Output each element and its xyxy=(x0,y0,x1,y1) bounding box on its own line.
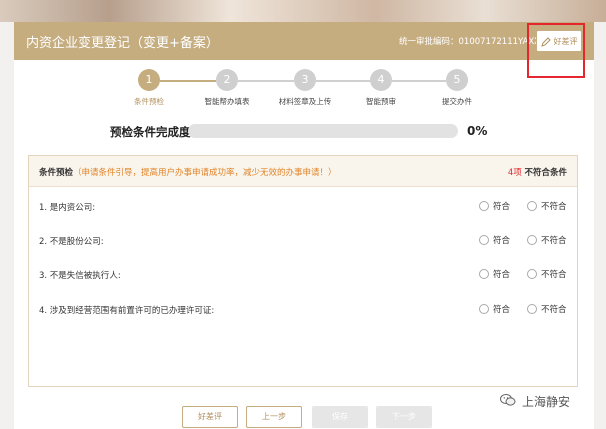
question-row: 2. 不是股份公司: 符合 不符合 xyxy=(29,232,577,250)
radio-icon xyxy=(479,304,489,314)
option-yes-label: 符合 xyxy=(493,202,511,212)
option-no-label: 不符合 xyxy=(541,202,567,212)
question-text: 3. 不是失信被执行人: xyxy=(39,271,121,281)
prev-step-button[interactable]: 上一步 xyxy=(246,406,302,428)
progress-label: 预检条件完成度 xyxy=(110,125,191,139)
option-no-label: 不符合 xyxy=(541,236,567,246)
condition-panel: 条件预检（申请条件引导，提高用户办事申请成功率，减少无效的办事申请！） 4项 不… xyxy=(28,155,578,387)
step-label: 条件预检 xyxy=(134,97,164,106)
progress-bar xyxy=(188,124,458,138)
step-number: 4 xyxy=(370,69,392,91)
question-text: 4. 涉及到经营范围有前置许可的已办理许可证: xyxy=(39,306,215,316)
fail-label: 不符合条件 xyxy=(524,168,567,178)
radio-icon xyxy=(527,304,537,314)
step-1[interactable]: 1 条件预检 xyxy=(114,69,184,107)
radio-icon xyxy=(527,235,537,245)
credit-code: 统一审批编码：01007172111YAXX xyxy=(399,37,540,47)
radio-icon xyxy=(479,235,489,245)
wechat-icon xyxy=(500,392,516,411)
question-row: 4. 涉及到经营范围有前置许可的已办理许可证: 符合 不符合 xyxy=(29,301,577,319)
step-number: 3 xyxy=(294,69,316,91)
condition-title-note: （申请条件引导，提高用户办事申请成功率，减少无效的办事申请！） xyxy=(73,168,337,178)
step-number: 5 xyxy=(446,69,468,91)
review-bottom-button[interactable]: 好差评 xyxy=(182,406,238,428)
step-number: 2 xyxy=(216,69,238,91)
option-no[interactable]: 不符合 xyxy=(527,234,567,246)
option-yes[interactable]: 符合 xyxy=(479,268,510,280)
watermark: 上海静安 xyxy=(500,392,570,411)
step-5[interactable]: 5 提交办件 xyxy=(422,69,492,107)
fail-count: 4项 xyxy=(507,168,522,178)
condition-panel-title: 条件预检（申请条件引导，提高用户办事申请成功率，减少无效的办事申请！） xyxy=(39,166,337,178)
step-number: 1 xyxy=(138,69,160,91)
option-yes[interactable]: 符合 xyxy=(479,303,510,315)
next-step-button[interactable]: 下一步 xyxy=(376,406,432,428)
question-text: 1. 是内资公司: xyxy=(39,203,96,213)
step-label: 智能帮办填表 xyxy=(204,97,250,106)
radio-icon xyxy=(479,269,489,279)
fail-count-badge: 4项 不符合条件 xyxy=(508,166,567,178)
option-no-label: 不符合 xyxy=(541,305,567,315)
radio-icon xyxy=(527,201,537,211)
page-title: 内资企业变更登记（变更+备案） xyxy=(26,36,219,51)
option-no[interactable]: 不符合 xyxy=(527,268,567,280)
option-yes-label: 符合 xyxy=(493,305,511,315)
option-yes[interactable]: 符合 xyxy=(479,200,510,212)
option-no-label: 不符合 xyxy=(541,270,567,280)
page-header: 内资企业变更登记（变更+备案） 统一审批编码：01007172111YAXX 好… xyxy=(14,22,594,60)
watermark-text: 上海静安 xyxy=(522,395,571,409)
condition-panel-header: 条件预检（申请条件引导，提高用户办事申请成功率，减少无效的办事申请！） 4项 不… xyxy=(29,156,577,187)
highlight-annotation xyxy=(527,23,585,78)
step-label: 材料签章及上传 xyxy=(278,97,332,106)
step-4[interactable]: 4 智能预审 xyxy=(346,69,416,107)
option-yes[interactable]: 符合 xyxy=(479,234,510,246)
option-yes-label: 符合 xyxy=(493,270,511,280)
question-row: 3. 不是失信被执行人: 符合 不符合 xyxy=(29,266,577,284)
save-button[interactable]: 保存 xyxy=(312,406,368,428)
option-no[interactable]: 不符合 xyxy=(527,200,567,212)
question-row: 1. 是内资公司: 符合 不符合 xyxy=(29,198,577,216)
step-label: 智能预审 xyxy=(366,97,396,106)
question-text: 2. 不是股份公司: xyxy=(39,237,104,247)
step-3[interactable]: 3 材料签章及上传 xyxy=(270,69,340,107)
progress-percent: 0% xyxy=(467,124,488,138)
header-banner-photo xyxy=(0,0,606,22)
radio-icon xyxy=(479,201,489,211)
option-yes-label: 符合 xyxy=(493,236,511,246)
step-2[interactable]: 2 智能帮办填表 xyxy=(192,69,262,107)
option-no[interactable]: 不符合 xyxy=(527,303,567,315)
step-label: 提交办件 xyxy=(442,97,472,106)
condition-title-bold: 条件预检 xyxy=(39,168,74,178)
radio-icon xyxy=(527,269,537,279)
